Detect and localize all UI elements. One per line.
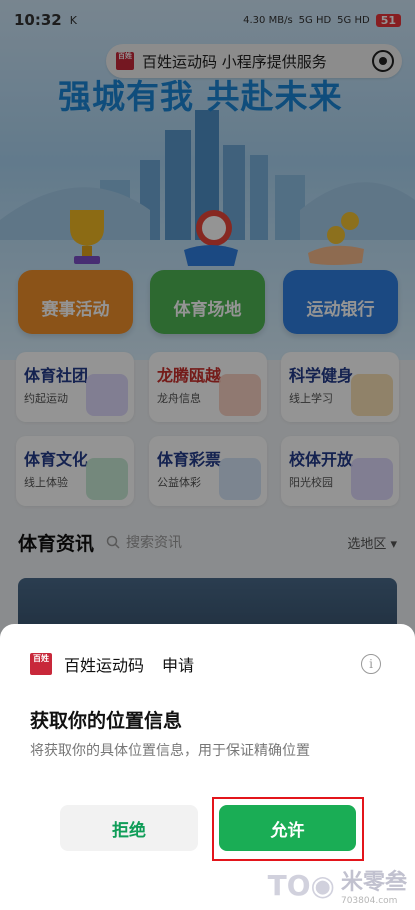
watermark-logo-icon: TO◉: [267, 868, 335, 902]
reject-button[interactable]: 拒绝: [60, 805, 198, 851]
permission-description: 将获取你的具体位置信息，用于保证精确位置: [30, 743, 310, 759]
sheet-header: 百姓 百姓运动码 申请: [30, 652, 194, 676]
sheet-app-name: 百姓运动码: [64, 656, 145, 675]
watermark: TO◉ 米零叁 703804.com: [267, 864, 407, 907]
app-logo-icon: 百姓: [30, 653, 52, 675]
permission-title: 获取你的位置信息: [30, 710, 183, 732]
sheet-request-label: 申请: [162, 656, 195, 675]
info-icon[interactable]: i: [361, 654, 381, 674]
watermark-text: 米零叁 703804.com: [341, 864, 407, 906]
permission-sheet: 百姓 百姓运动码 申请 i 获取你的位置信息 将获取你的具体位置信息，用于保证精…: [0, 624, 415, 910]
highlight-annotation: [212, 797, 364, 861]
watermark-url: 703804.com: [340, 896, 398, 906]
watermark-brand: 米零叁: [340, 870, 407, 895]
